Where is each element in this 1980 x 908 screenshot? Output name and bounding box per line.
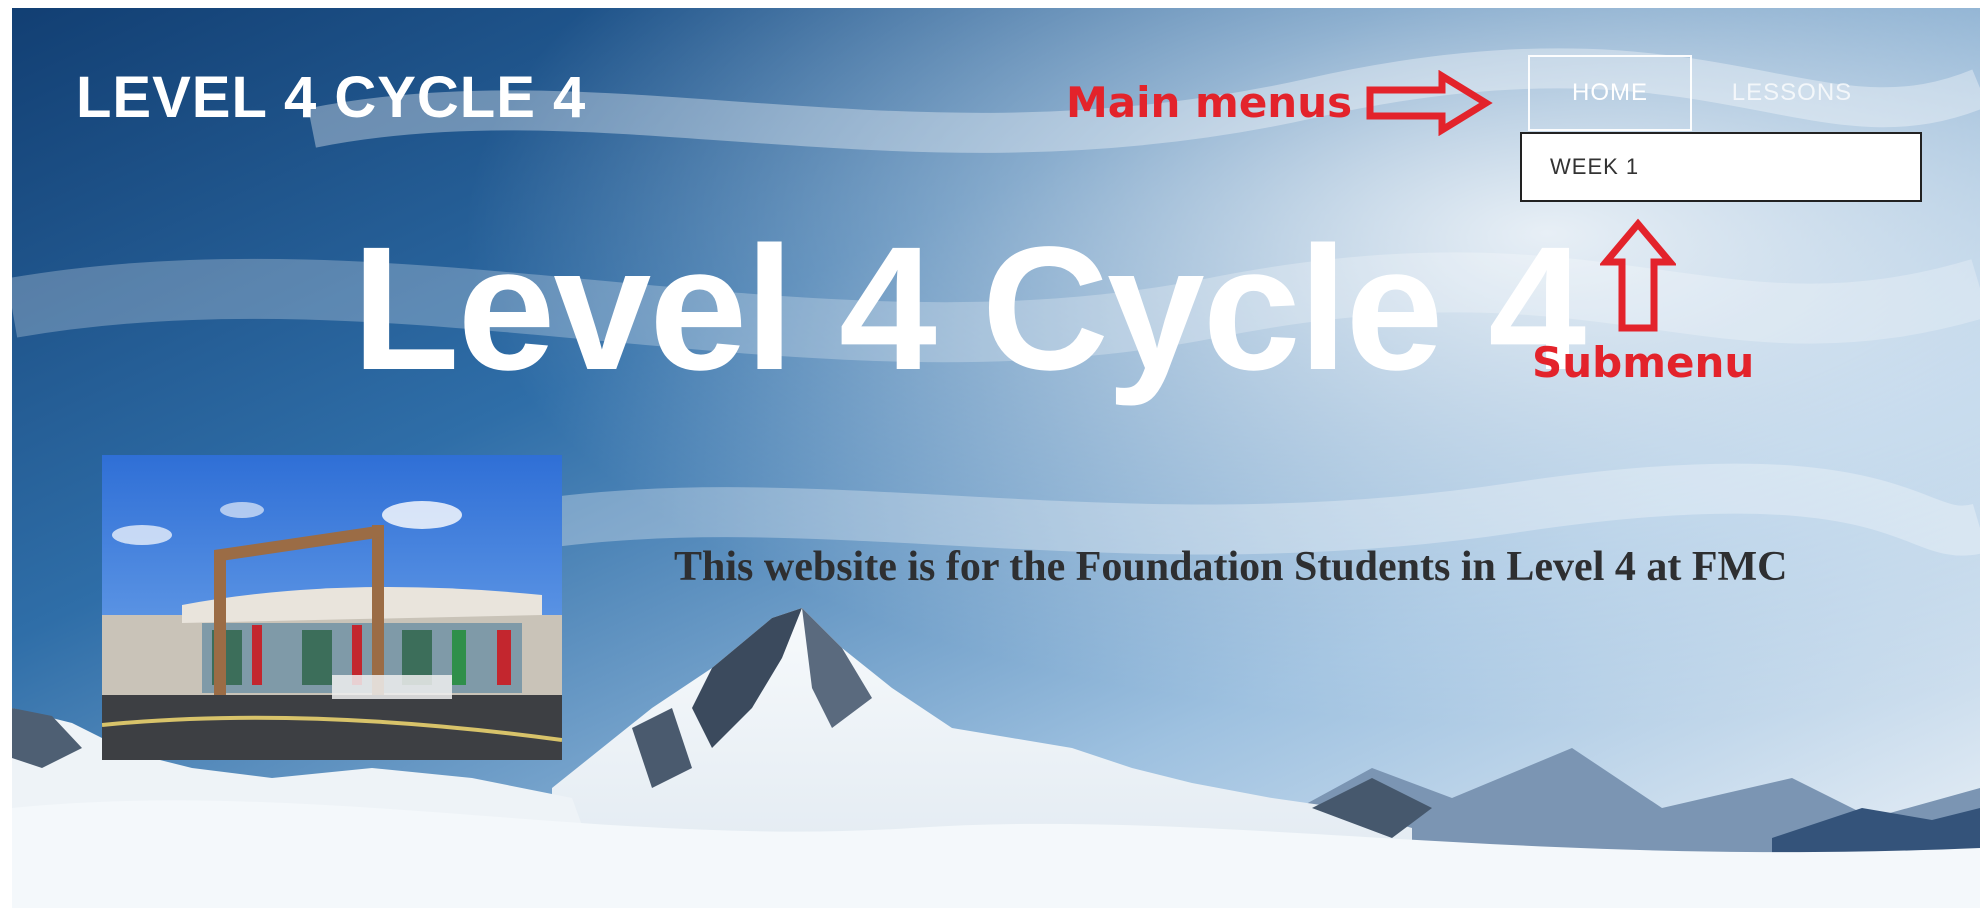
page: LEVEL 4 CYCLE 4 Main menus HOME LESSONS … — [0, 0, 1980, 908]
nav-home[interactable]: HOME — [1528, 55, 1692, 131]
arrow-right-icon — [1366, 70, 1493, 136]
top-edge — [0, 0, 1980, 8]
hero-heading: Level 4 Cycle 4 — [352, 211, 1586, 407]
submenu-dropdown: WEEK 1 — [1520, 132, 1922, 202]
left-edge — [0, 0, 12, 908]
site-title[interactable]: LEVEL 4 CYCLE 4 — [76, 64, 586, 131]
submenu-annotation: Submenu — [1532, 338, 1754, 387]
main-menus-annotation: Main menus — [1066, 78, 1352, 127]
college-building-image — [102, 455, 562, 760]
main-menus-annotation-label: Main menus — [1066, 78, 1353, 127]
arrow-up-icon — [1600, 218, 1676, 332]
hero-tagline: This website is for the Foundation Stude… — [674, 544, 1788, 590]
submenu-annotation-label: Submenu — [1532, 338, 1755, 387]
nav-lessons[interactable]: LESSONS — [1692, 55, 1892, 131]
hero-section: LEVEL 4 CYCLE 4 Main menus HOME LESSONS … — [12, 8, 1980, 908]
submenu-item-week-1[interactable]: WEEK 1 — [1522, 134, 1920, 200]
main-nav: HOME LESSONS — [1528, 55, 1892, 131]
